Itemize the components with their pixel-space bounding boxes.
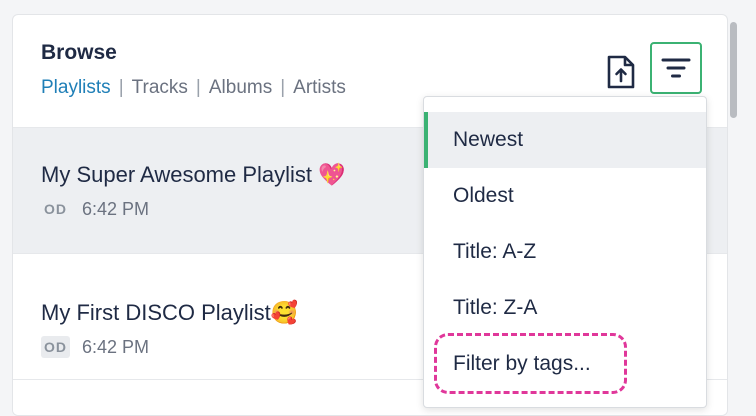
- scrollbar[interactable]: [730, 22, 737, 118]
- sort-option-oldest[interactable]: Oldest: [424, 168, 706, 224]
- sort-option-title-z-a[interactable]: Title: Z-A: [424, 280, 706, 336]
- playlist-meta: OD 6:42 PM: [41, 336, 149, 358]
- browse-tabs: Playlists | Tracks | Albums | Artists: [41, 77, 346, 99]
- export-button[interactable]: [604, 54, 638, 90]
- sort-menu: Newest Oldest Title: A-Z Title: Z-A Filt…: [423, 96, 707, 408]
- file-upload-icon: [607, 55, 635, 89]
- sort-button[interactable]: [650, 42, 702, 94]
- owner-badge: OD: [44, 201, 67, 217]
- page-title: Browse: [41, 41, 117, 64]
- playlist-name: My Super Awesome Playlist 💖: [41, 162, 346, 187]
- tab-separator: |: [280, 77, 286, 98]
- sort-option-title-a-z[interactable]: Title: A-Z: [424, 224, 706, 280]
- tab-albums[interactable]: Albums: [209, 77, 272, 99]
- sort-filter-icon: [661, 58, 691, 78]
- filter-by-tags-option[interactable]: Filter by tags...: [424, 336, 706, 392]
- playlist-meta: OD 6:42 PM: [41, 198, 149, 220]
- tab-artists[interactable]: Artists: [293, 77, 346, 99]
- playlist-time: 6:42 PM: [82, 198, 150, 219]
- tab-separator: |: [118, 77, 124, 98]
- tab-tracks[interactable]: Tracks: [132, 77, 188, 99]
- owner-badge: OD: [41, 336, 70, 358]
- playlist-name: My First DISCO Playlist🥰: [41, 300, 299, 325]
- tab-separator: |: [195, 77, 201, 98]
- sort-option-newest[interactable]: Newest: [424, 112, 706, 168]
- tab-playlists[interactable]: Playlists: [41, 77, 111, 99]
- playlist-time: 6:42 PM: [82, 336, 150, 357]
